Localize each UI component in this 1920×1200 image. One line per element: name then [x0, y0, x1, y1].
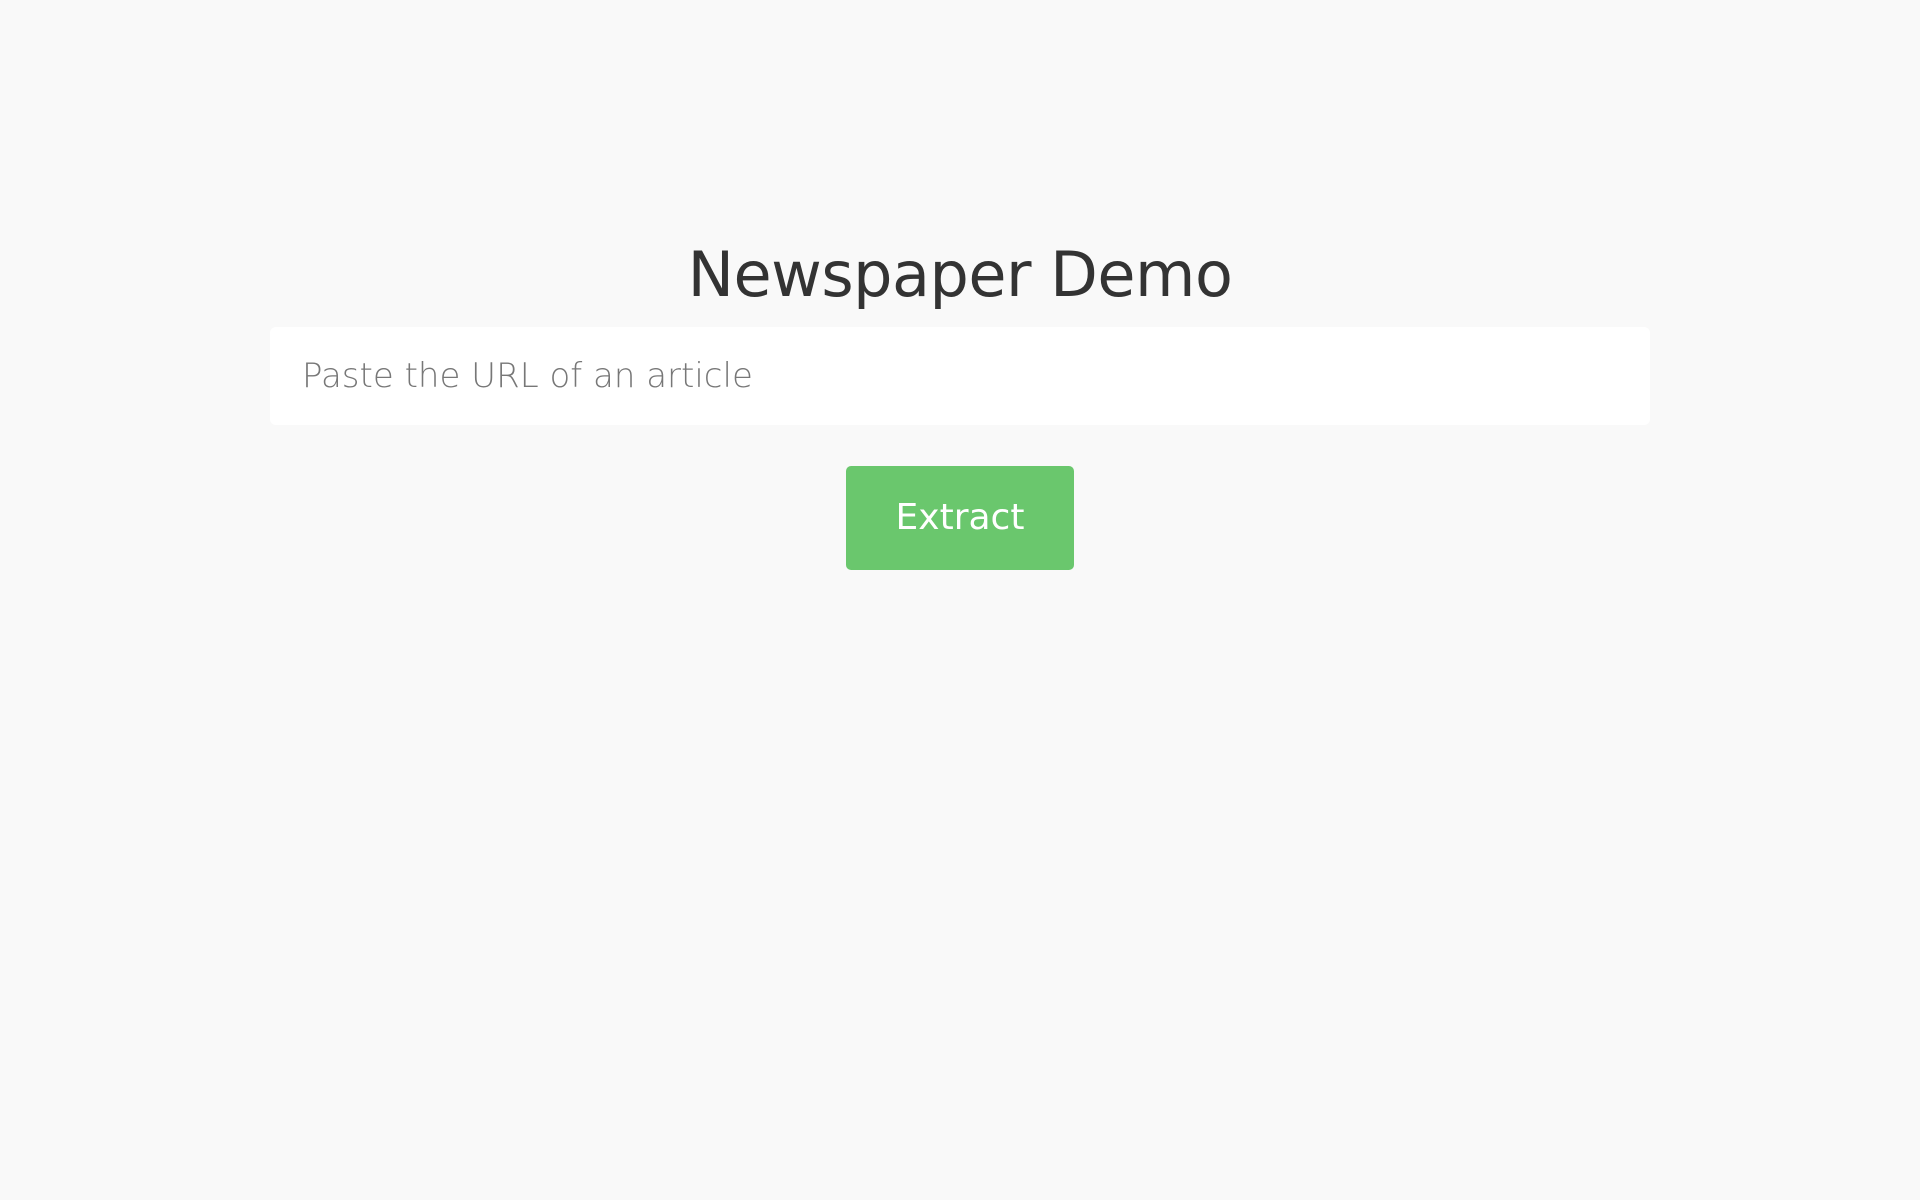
extract-button[interactable]: Extract — [846, 466, 1074, 570]
page: Newspaper Demo Extract — [0, 0, 1920, 1200]
url-input-container — [270, 327, 1650, 425]
url-input[interactable] — [270, 327, 1650, 425]
page-title: Newspaper Demo — [687, 238, 1233, 311]
